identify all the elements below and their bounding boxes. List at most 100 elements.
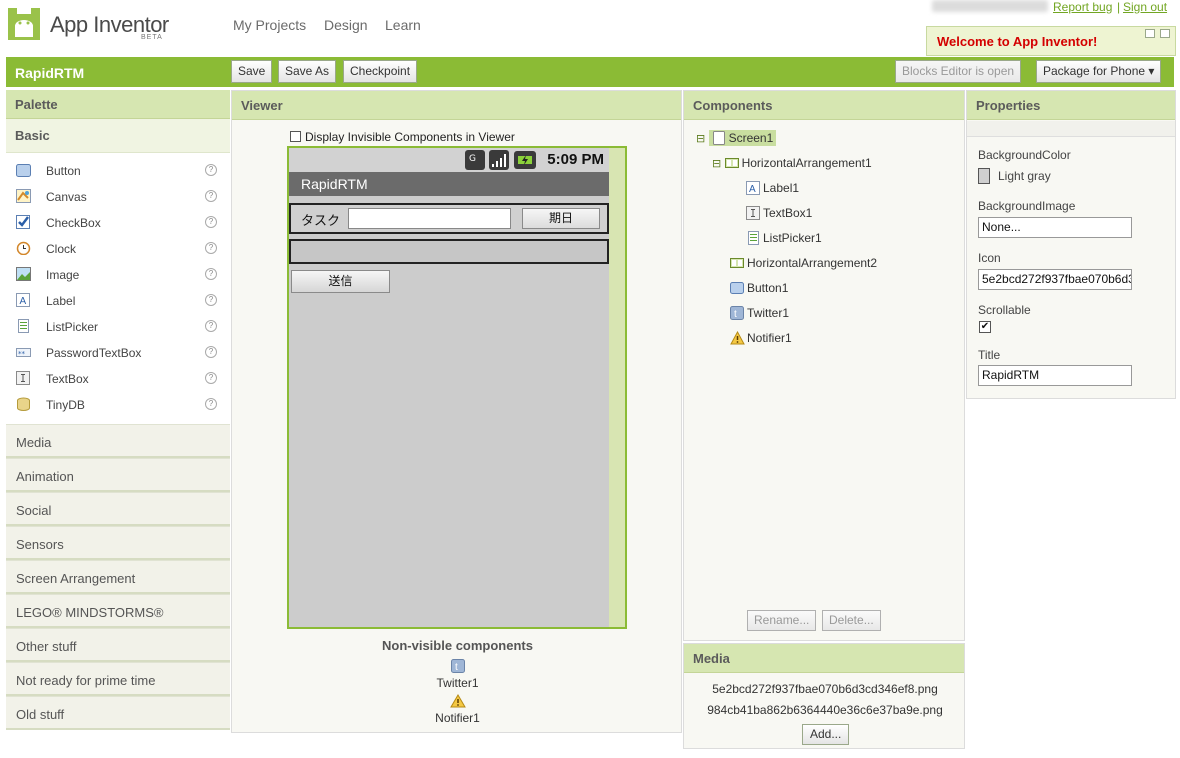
tree-notifier1[interactable]: Notifier1 — [730, 330, 792, 345]
phone-preview: G 5:09 PM RapidRTM タスク 期日 送信 — [287, 146, 627, 629]
color-swatch[interactable] — [978, 168, 990, 184]
rename-button[interactable]: Rename... — [747, 610, 817, 631]
package-for-phone-button[interactable]: Package for Phone ▾ — [1036, 60, 1162, 83]
help-icon[interactable]: ? — [205, 190, 217, 202]
background-color-value[interactable]: Light gray — [998, 169, 1051, 183]
palette-item-tinydb[interactable]: TinyDB ? — [6, 391, 230, 417]
palette-item-label[interactable]: A Label ? — [6, 287, 230, 313]
checkbox-icon — [16, 215, 31, 229]
show-invisible-checkbox[interactable]: Display Invisible Components in Viewer — [290, 130, 515, 144]
tree-button1[interactable]: Button1 — [730, 281, 788, 295]
save-button[interactable]: Save — [231, 60, 273, 83]
nav-design[interactable]: Design — [324, 17, 368, 33]
icon-input[interactable]: 5e2bcd272f937fbae070b6d3cd346ef8.png — [978, 269, 1132, 290]
send-button[interactable]: 送信 — [291, 270, 390, 293]
screen-title: RapidRTM — [301, 176, 368, 192]
collapse-icon[interactable]: ⊟ — [712, 158, 721, 170]
battery-icon — [514, 151, 536, 169]
add-media-button[interactable]: Add... — [802, 724, 850, 745]
help-icon[interactable]: ? — [205, 346, 217, 358]
palette-item-label: PasswordTextBox — [46, 346, 142, 360]
tree-twitter1[interactable]: t Twitter1 — [730, 306, 789, 320]
help-icon[interactable]: ? — [205, 294, 217, 306]
delete-button[interactable]: Delete... — [822, 610, 881, 631]
background-image-label: BackgroundImage — [978, 199, 1076, 213]
help-icon[interactable]: ? — [205, 372, 217, 384]
palette-item-label: Label — [46, 294, 76, 308]
components-panel: Components ⊟ Screen1 ⊟ HorizontalArrange… — [683, 90, 965, 641]
help-icon[interactable]: ? — [205, 320, 217, 332]
task-textbox[interactable] — [348, 208, 511, 229]
tree-harr1[interactable]: ⊟ HorizontalArrangement1 — [712, 156, 872, 170]
tree-textbox1[interactable]: TextBox1 — [746, 206, 812, 220]
horizontal-arrangement-2[interactable] — [289, 239, 609, 264]
report-bug-link[interactable]: Report bug — [1053, 0, 1112, 14]
listpicker-icon — [16, 319, 31, 333]
media-file[interactable]: 984cb41ba862b6364440e36c6e37ba9e.png — [684, 703, 966, 717]
palette-category-social[interactable]: Social — [6, 492, 230, 526]
phone-screen[interactable]: G 5:09 PM RapidRTM タスク 期日 送信 — [289, 148, 609, 627]
palette-item-label: TinyDB — [46, 398, 85, 412]
help-icon[interactable]: ? — [205, 242, 217, 254]
scrollable-checkbox[interactable]: ✔ — [979, 321, 991, 333]
save-as-button[interactable]: Save As — [278, 60, 337, 83]
password-icon: ** — [16, 345, 31, 359]
palette-category-sensors[interactable]: Sensors — [6, 526, 230, 560]
task-label[interactable]: タスク — [301, 210, 340, 229]
background-image-input[interactable]: None... — [978, 217, 1132, 238]
collapse-icon[interactable]: ⊟ — [696, 133, 705, 145]
palette-category-animation[interactable]: Animation — [6, 458, 230, 492]
palette-category-not-ready[interactable]: Not ready for prime time — [6, 662, 230, 696]
svg-text:A: A — [20, 296, 27, 307]
blocks-editor-button[interactable]: Blocks Editor is open — [895, 60, 1022, 83]
nav-my-projects[interactable]: My Projects — [233, 17, 306, 33]
nonvisible-notifier[interactable]: Notifier1 — [232, 694, 683, 725]
textbox-icon — [746, 206, 760, 220]
palette-item-clock[interactable]: Clock ? — [6, 235, 230, 261]
palette-category-lego-mindstorms[interactable]: LEGO® MINDSTORMS® — [6, 594, 230, 628]
date-listpicker-button[interactable]: 期日 — [522, 208, 600, 229]
help-icon[interactable]: ? — [205, 216, 217, 228]
title-label: Title — [978, 348, 1001, 362]
palette-category-screen-arrangement[interactable]: Screen Arrangement — [6, 560, 230, 594]
tree-label1[interactable]: A Label1 — [746, 181, 799, 195]
help-icon[interactable]: ? — [205, 268, 217, 280]
palette-item-listpicker[interactable]: ListPicker ? — [6, 313, 230, 339]
svg-text:t: t — [734, 309, 737, 320]
screen-icon — [712, 131, 726, 145]
welcome-box: Welcome to App Inventor! — [926, 26, 1176, 56]
tree-harr2[interactable]: HorizontalArrangement2 — [730, 256, 877, 270]
horizontal-arrangement-icon — [724, 156, 739, 170]
palette-item-label: Button — [46, 164, 81, 178]
palette-item-textbox[interactable]: TextBox ? — [6, 365, 230, 391]
palette-category-media[interactable]: Media — [6, 424, 230, 458]
checkbox-unchecked-icon[interactable] — [290, 131, 301, 142]
svg-text:G: G — [469, 154, 476, 164]
checkpoint-button[interactable]: Checkpoint — [343, 60, 418, 83]
tree-listpicker1[interactable]: ListPicker1 — [746, 231, 822, 245]
palette-item-checkbox[interactable]: CheckBox ? — [6, 209, 230, 235]
minimize-icon[interactable] — [1145, 29, 1155, 38]
nonvisible-twitter[interactable]: t Twitter1 — [232, 659, 683, 690]
help-icon[interactable]: ? — [205, 398, 217, 410]
welcome-message: Welcome to App Inventor! — [937, 34, 1098, 49]
title-input[interactable]: RapidRTM — [978, 365, 1132, 386]
palette-basic-header[interactable]: Basic — [6, 119, 230, 153]
tree-label1-label: Label1 — [763, 181, 800, 195]
palette-item-image[interactable]: Image ? — [6, 261, 230, 287]
maximize-icon[interactable] — [1160, 29, 1170, 38]
horizontal-arrangement-1[interactable]: タスク 期日 — [289, 203, 609, 234]
nonvisible-twitter-label: Twitter1 — [436, 676, 479, 690]
sign-out-link[interactable]: Sign out — [1123, 0, 1167, 14]
palette-category-other-stuff[interactable]: Other stuff — [6, 628, 230, 662]
phone-clock: 5:09 PM — [547, 151, 604, 168]
help-icon[interactable]: ? — [205, 164, 217, 176]
nav-learn[interactable]: Learn — [385, 17, 421, 33]
properties-subheader — [967, 121, 1175, 137]
palette-item-button[interactable]: Button ? — [6, 157, 230, 183]
palette-category-old-stuff[interactable]: Old stuff — [6, 696, 230, 730]
media-file[interactable]: 5e2bcd272f937fbae070b6d3cd346ef8.png — [684, 682, 966, 696]
tree-screen1[interactable]: ⊟ Screen1 — [696, 130, 777, 146]
palette-item-canvas[interactable]: Canvas ? — [6, 183, 230, 209]
palette-item-passwordtextbox[interactable]: ** PasswordTextBox ? — [6, 339, 230, 365]
